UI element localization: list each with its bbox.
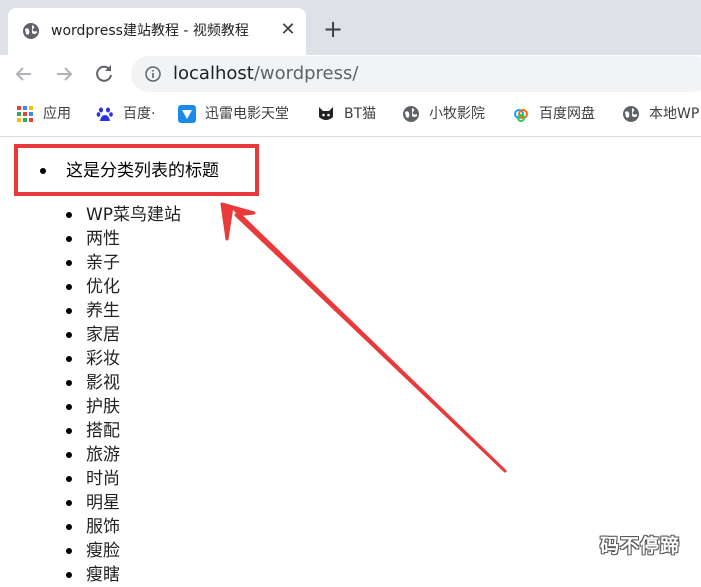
tab-strip: wordpress建站教程 - 视频教程 ✕ +	[0, 0, 701, 55]
url-host: localhost	[173, 63, 254, 84]
baidu-cloud-icon	[514, 109, 528, 122]
category-list: WP菜鸟建站 两性 亲子 优化 养生 家居 彩妆 影视 护肤 搭配 旅游 时尚 明星 服饰 瘦脸 瘦瞎	[66, 203, 181, 587]
bookmark-label: 百度·	[123, 106, 156, 122]
browser-toolbar: localhost/wordpress/	[0, 55, 701, 93]
bookmark-label: 迅雷电影天堂	[205, 106, 289, 122]
category-link[interactable]: 影视	[66, 371, 181, 395]
url-path: /wordpress/	[253, 63, 359, 84]
browser-tab[interactable]: wordpress建站教程 - 视频教程 ✕	[8, 8, 306, 55]
reload-icon[interactable]	[92, 62, 116, 86]
baidu-paw-icon	[96, 107, 113, 121]
globe-icon	[23, 23, 39, 39]
category-link[interactable]: 明星	[66, 491, 181, 515]
category-link[interactable]: 优化	[66, 275, 181, 299]
site-info-icon[interactable]	[145, 66, 161, 82]
category-link[interactable]: 养生	[66, 299, 181, 323]
category-link[interactable]: 旅游	[66, 443, 181, 467]
apps-grid-icon	[17, 106, 33, 122]
category-link[interactable]: 瘦瞎	[66, 563, 181, 587]
category-link[interactable]: WP菜鸟建站	[66, 203, 181, 227]
bookmarks-bar: 应用 百度· 迅雷电影天堂 BT猫 小牧影院 百度网盘 本地WP	[0, 93, 701, 137]
bt-cat-icon	[319, 107, 333, 120]
bookmark-label: BT猫	[344, 106, 377, 122]
category-link[interactable]: 彩妆	[66, 347, 181, 371]
category-link[interactable]: 瘦脸	[66, 539, 181, 563]
globe-icon	[623, 106, 639, 122]
close-tab-icon[interactable]: ✕	[278, 20, 298, 40]
tab-title: wordpress建站教程 - 视频教程	[51, 23, 249, 39]
category-list-heading: 这是分类列表的标题	[40, 159, 219, 183]
category-link[interactable]: 护肤	[66, 395, 181, 419]
category-link[interactable]: 时尚	[66, 467, 181, 491]
globe-icon	[403, 106, 419, 122]
category-link[interactable]: 家居	[66, 323, 181, 347]
page-content: 这是分类列表的标题 WP菜鸟建站 两性 亲子 优化 养生 家居 彩妆 影视 护肤 搭配 旅游 时尚 明星…	[0, 137, 701, 585]
xunlei-icon	[178, 105, 196, 123]
url-text: localhost/wordpress/	[173, 62, 358, 86]
bookmark-label: 小牧影院	[429, 106, 485, 122]
heading-text: 这是分类列表的标题	[66, 161, 219, 181]
forward-arrow-icon[interactable]	[52, 62, 76, 86]
address-bar[interactable]: localhost/wordpress/	[131, 56, 701, 92]
bookmark-label: 本地WP	[649, 106, 700, 122]
bookmark-label: 百度网盘	[539, 106, 595, 122]
category-link[interactable]: 搭配	[66, 419, 181, 443]
watermark-text: 码不停蹄	[600, 535, 681, 557]
category-link[interactable]: 服饰	[66, 515, 181, 539]
back-arrow-icon[interactable]	[12, 62, 36, 86]
category-link[interactable]: 两性	[66, 227, 181, 251]
category-link[interactable]: 亲子	[66, 251, 181, 275]
bookmark-label: 应用	[43, 106, 71, 122]
new-tab-icon[interactable]: +	[322, 17, 344, 41]
